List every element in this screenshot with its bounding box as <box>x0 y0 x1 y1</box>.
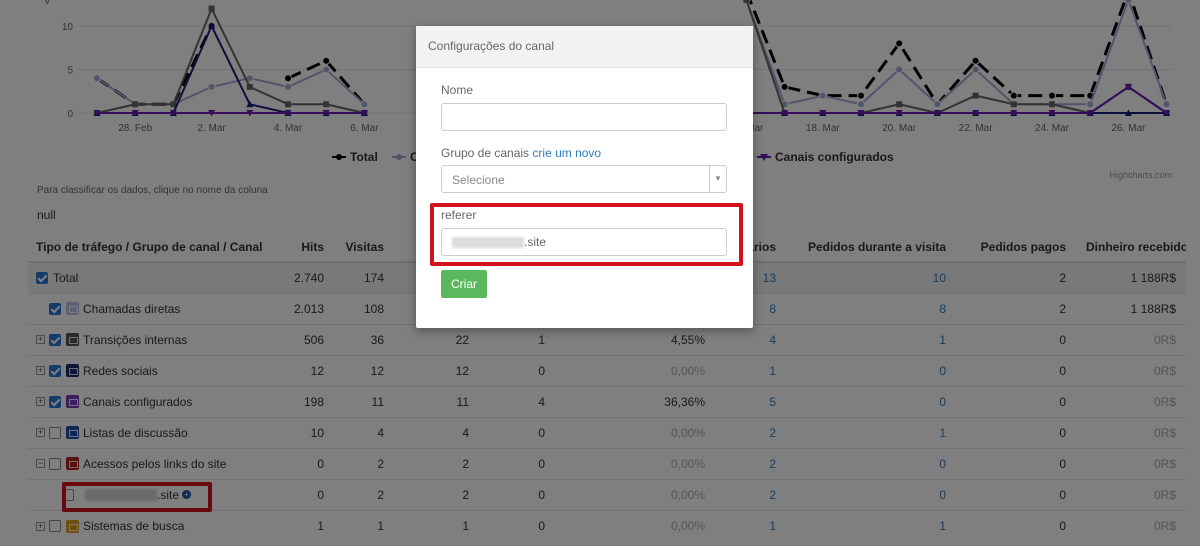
highlight-referer <box>430 203 743 266</box>
group-label: Grupo de canais crie um novo <box>441 146 601 160</box>
create-group-link[interactable]: crie um novo <box>532 146 601 160</box>
group-select[interactable]: Selecione ▼ <box>441 165 727 193</box>
channel-settings-modal: Configurações do canal Nome Grupo de can… <box>416 26 753 328</box>
name-label: Nome <box>441 83 474 97</box>
create-button[interactable]: Criar <box>441 270 487 298</box>
name-input[interactable] <box>441 103 727 131</box>
chevron-down-icon[interactable]: ▼ <box>709 166 726 192</box>
group-label-text: Grupo de canais <box>441 146 530 160</box>
group-select-value: Selecione <box>452 173 505 187</box>
modal-title: Configurações do canal <box>416 26 753 68</box>
